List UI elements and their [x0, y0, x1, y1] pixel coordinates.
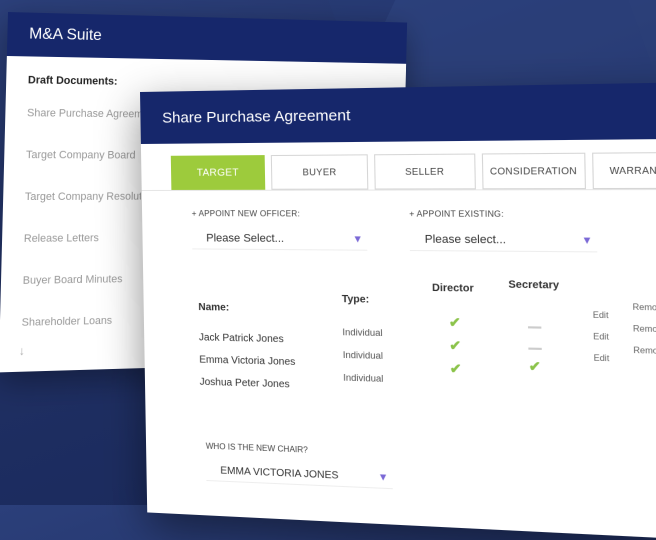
remove-link[interactable]: Remove: [632, 302, 656, 312]
appoint-existing-select[interactable]: Please select... ▼: [409, 233, 598, 253]
appoint-existing-label: + APPOINT EXISTING:: [409, 209, 504, 219]
officer-name: Joshua Peter Jones: [199, 376, 290, 391]
document-item[interactable]: Buyer Board Minutes: [22, 266, 139, 310]
scroll-down-icon[interactable]: ↓: [19, 344, 25, 358]
secretary-empty-indicator[interactable]: [528, 347, 542, 350]
director-check-icon[interactable]: ✔: [450, 361, 462, 378]
tab-bar: TARGET BUYER SELLER CONSIDERATION WARRAN…: [140, 138, 656, 192]
tab-buyer[interactable]: BUYER: [271, 154, 369, 190]
select-value: EMMA VICTORIA JONES: [220, 465, 339, 482]
type-header: Type:: [341, 293, 370, 306]
officers-table: Name: Type: Director Secretary Jack Patr…: [198, 279, 656, 417]
edit-link[interactable]: Edit: [594, 353, 610, 363]
chair-label: WHO IS THE NEW CHAIR?: [205, 441, 308, 455]
document-item[interactable]: Shareholder Loans: [21, 307, 138, 351]
secretary-check-icon[interactable]: ✔: [529, 358, 541, 375]
officer-type: Individual: [342, 349, 384, 361]
appoint-new-label: + APPOINT NEW OFFICER:: [191, 209, 301, 219]
document-item[interactable]: Target Company Board: [25, 142, 142, 184]
director-header: Director: [431, 282, 474, 295]
appoint-section: + APPOINT NEW OFFICER: Please Select... …: [142, 190, 656, 253]
name-header: Name:: [198, 301, 230, 314]
document-item[interactable]: Target Company Resolution: [24, 184, 141, 226]
share-purchase-agreement-window: Share Purchase Agreement TARGET BUYER SE…: [140, 82, 656, 540]
chevron-down-icon: ▼: [581, 234, 593, 247]
appoint-new-select[interactable]: Please Select... ▼: [192, 232, 368, 251]
secretary-header: Secretary: [508, 279, 560, 292]
officer-type: Individual: [342, 326, 383, 339]
officer-type: Individual: [343, 372, 384, 384]
select-value: Please select...: [424, 233, 507, 247]
officer-name: Emma Victoria Jones: [199, 354, 296, 369]
document-item[interactable]: Release Letters: [23, 225, 140, 268]
remove-link[interactable]: Remove: [633, 324, 656, 334]
app-title: M&A Suite: [28, 25, 102, 45]
tab-warranties[interactable]: WARRANTIES: [591, 151, 656, 190]
director-check-icon[interactable]: ✔: [449, 337, 461, 354]
window-title: Share Purchase Agreement: [162, 106, 351, 127]
edit-link[interactable]: Edit: [593, 310, 609, 320]
remove-link[interactable]: Remove: [633, 346, 656, 356]
chair-select[interactable]: EMMA VICTORIA JONES ▼: [206, 464, 393, 490]
window-header: Share Purchase Agreement: [140, 82, 656, 144]
tab-target[interactable]: TARGET: [170, 155, 266, 190]
director-check-icon[interactable]: ✔: [449, 314, 461, 331]
secretary-empty-indicator[interactable]: [527, 326, 542, 329]
officer-name: Jack Patrick Jones: [198, 332, 284, 346]
document-item[interactable]: Share Purchase Agreement: [26, 100, 143, 143]
chevron-down-icon: ▼: [352, 233, 363, 245]
chair-section: WHO IS THE NEW CHAIR? EMMA VICTORIA JONE…: [206, 442, 393, 490]
appoint-new-officer: + APPOINT NEW OFFICER: Please Select... …: [192, 209, 368, 251]
tab-consideration[interactable]: CONSIDERATION: [481, 152, 586, 190]
select-value: Please Select...: [206, 232, 285, 245]
chevron-down-icon: ▼: [377, 471, 389, 484]
appoint-existing: + APPOINT EXISTING: Please select... ▼: [409, 209, 598, 253]
edit-link[interactable]: Edit: [593, 332, 609, 342]
tab-seller[interactable]: SELLER: [374, 153, 476, 190]
